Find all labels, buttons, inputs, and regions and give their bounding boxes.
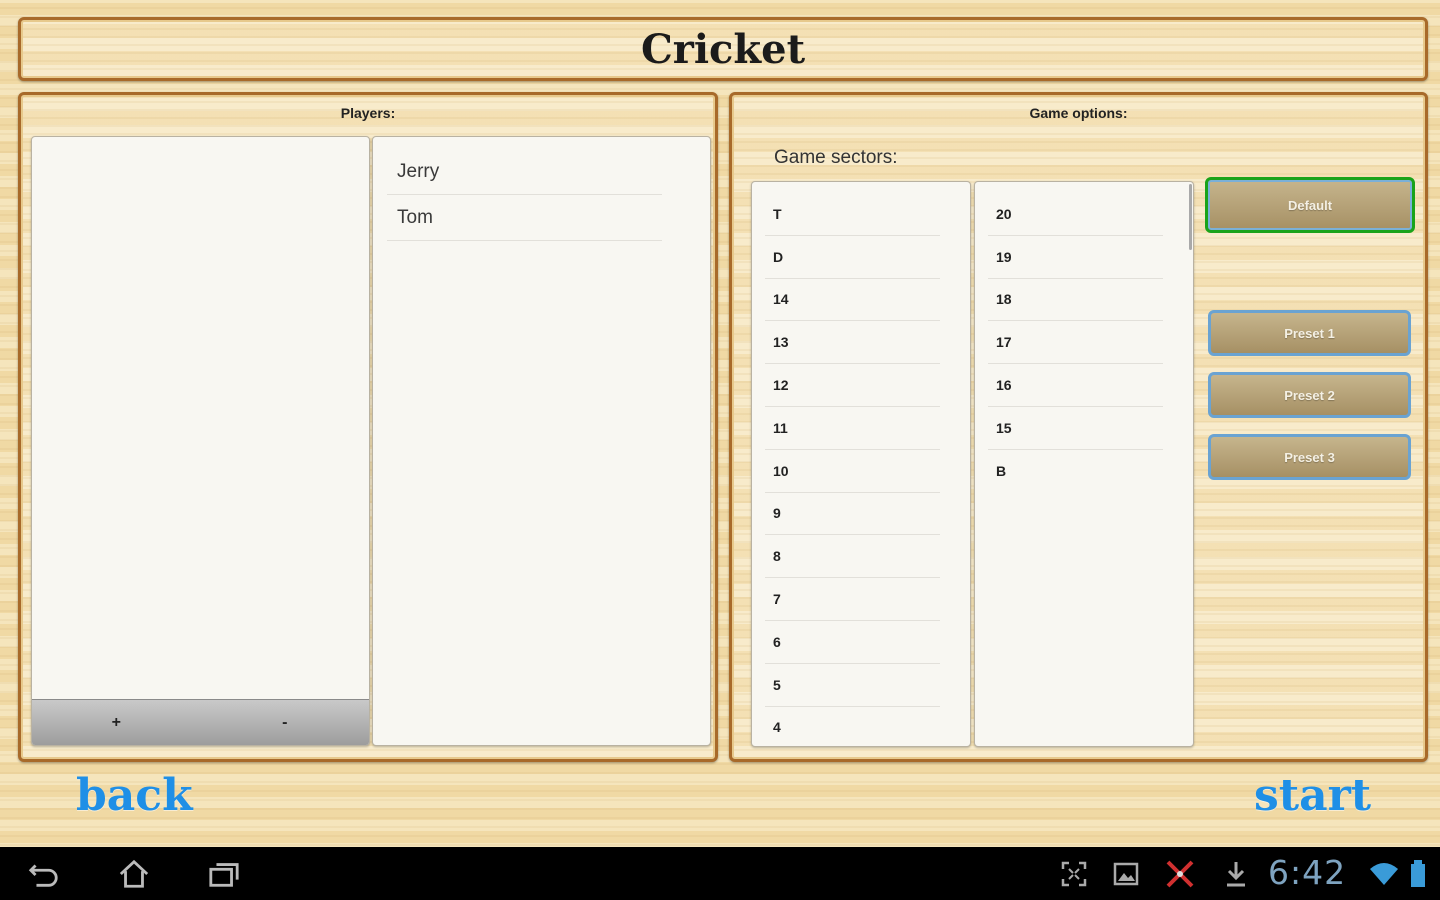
sector-item[interactable]: 19 [988, 236, 1163, 279]
add-player-button[interactable]: + [32, 700, 201, 745]
available-players-list[interactable]: Jerry Tom [372, 136, 711, 746]
preset-1-button[interactable]: Preset 1 [1208, 310, 1411, 356]
screen-compat-icon[interactable] [1058, 858, 1090, 890]
sectors-list-left[interactable]: T D 14 13 12 11 10 9 8 7 6 5 4 [751, 181, 971, 747]
game-options-panel: Game options: Game sectors: T D 14 13 12… [729, 92, 1428, 762]
back-link[interactable]: back [76, 770, 193, 821]
sectors-list-right[interactable]: 20 19 18 17 16 15 B [974, 181, 1194, 747]
sector-item[interactable]: D [765, 236, 940, 279]
sector-item[interactable]: 20 [988, 193, 1163, 236]
recent-apps-icon[interactable] [208, 858, 240, 890]
darts-notification-icon[interactable] [1164, 858, 1196, 890]
sector-item[interactable]: B [988, 450, 1163, 493]
sector-item[interactable]: 5 [765, 664, 940, 707]
sector-item[interactable]: 10 [765, 450, 940, 493]
sector-item[interactable]: 15 [988, 407, 1163, 450]
title-bar: Cricket [18, 17, 1428, 81]
battery-icon[interactable] [1402, 858, 1434, 890]
preset-3-button[interactable]: Preset 3 [1208, 434, 1411, 480]
wifi-icon[interactable] [1368, 858, 1400, 890]
start-link[interactable]: start [1254, 770, 1371, 821]
status-clock[interactable]: 6:42 [1268, 853, 1346, 892]
sector-item[interactable]: 16 [988, 364, 1163, 407]
home-icon[interactable] [118, 858, 150, 890]
sector-item[interactable]: 17 [988, 321, 1163, 365]
system-navigation-bar [0, 847, 1440, 900]
preset-2-button[interactable]: Preset 2 [1208, 372, 1411, 418]
gallery-notification-icon[interactable] [1110, 858, 1142, 890]
sector-item[interactable]: 14 [765, 279, 940, 322]
sector-item[interactable]: 8 [765, 535, 940, 579]
sector-item[interactable]: 18 [988, 279, 1163, 322]
game-options-heading: Game options: [1029, 105, 1128, 121]
sector-item[interactable]: 7 [765, 578, 940, 621]
selected-players-list[interactable]: + - [31, 136, 370, 746]
remove-player-button[interactable]: - [201, 700, 370, 745]
sector-item[interactable]: T [765, 193, 940, 236]
sector-item[interactable]: 6 [765, 621, 940, 664]
player-item[interactable]: Tom [387, 195, 662, 241]
sector-item[interactable]: 11 [765, 407, 940, 450]
players-heading: Players: [340, 105, 396, 121]
default-preset-button[interactable]: Default [1205, 177, 1415, 233]
download-icon[interactable] [1220, 858, 1252, 890]
sector-item[interactable]: 12 [765, 364, 940, 407]
add-remove-bar: + - [32, 699, 369, 745]
game-sectors-label: Game sectors: [774, 147, 898, 168]
sector-item[interactable]: 4 [765, 707, 940, 746]
players-panel: Players: + - Jerry Tom [18, 92, 718, 762]
back-icon[interactable] [28, 858, 60, 890]
player-item[interactable]: Jerry [387, 149, 662, 195]
sector-item[interactable]: 9 [765, 493, 940, 536]
sector-item[interactable]: 13 [765, 321, 940, 365]
page-title: Cricket [640, 25, 806, 73]
